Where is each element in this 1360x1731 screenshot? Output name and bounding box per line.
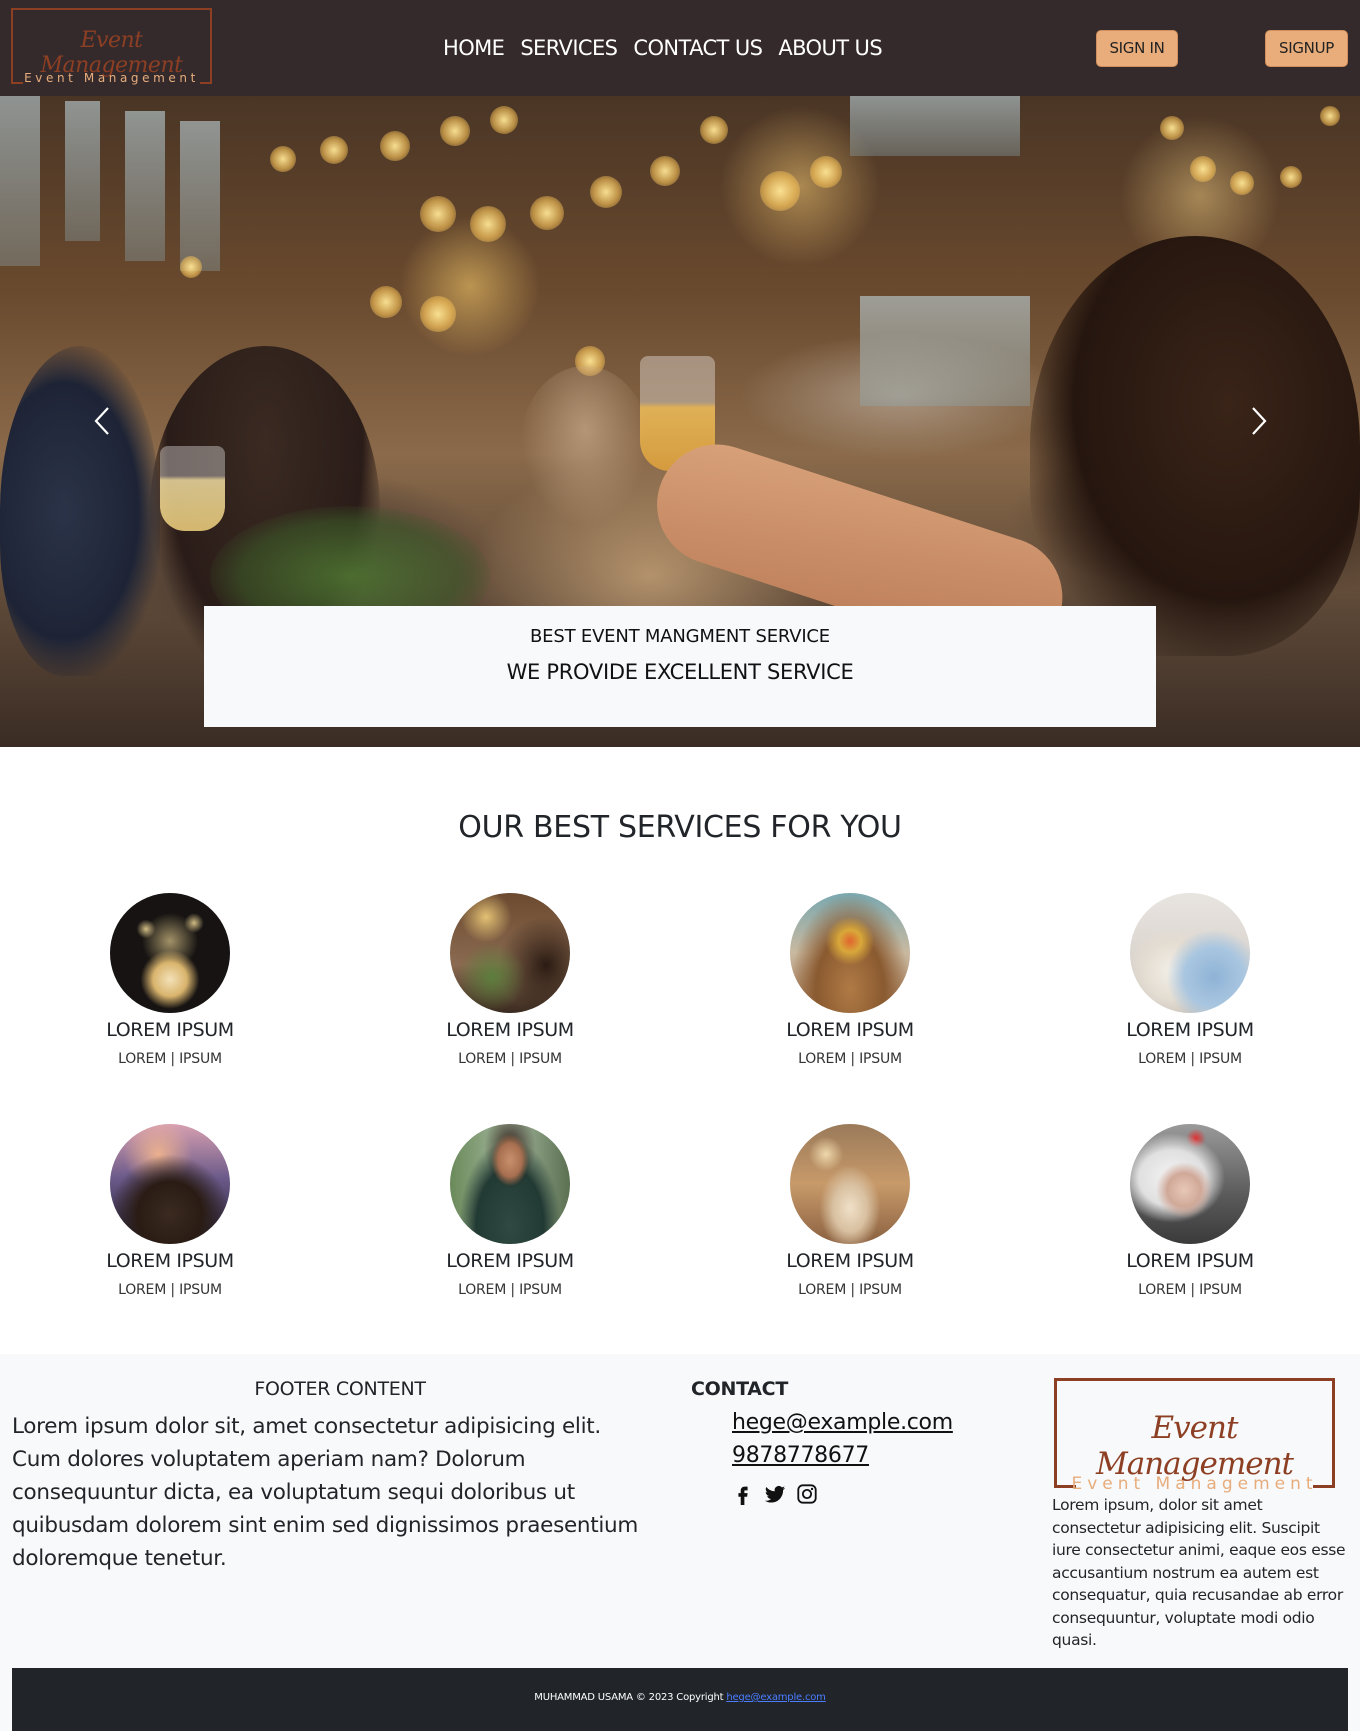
footer-brand-logo: Event Management Event Management — [1054, 1378, 1335, 1494]
service-title: LOREM IPSUM — [786, 1019, 914, 1041]
service-card[interactable]: LOREM IPSUM LOREM | IPSUM — [1090, 893, 1290, 1069]
sign-in-button[interactable]: SIGN IN — [1096, 30, 1178, 67]
social-links — [732, 1483, 818, 1505]
service-subtitle: LOREM | IPSUM — [1138, 1051, 1242, 1067]
service-title: LOREM IPSUM — [1126, 1019, 1254, 1041]
logo-subtitle: Event Management — [24, 71, 199, 85]
footer-heading: FOOTER CONTENT — [254, 1378, 426, 1400]
service-image — [1130, 893, 1250, 1013]
twitter-icon[interactable] — [764, 1483, 786, 1505]
service-title: LOREM IPSUM — [1126, 1250, 1254, 1272]
service-card[interactable]: LOREM IPSUM LOREM | IPSUM — [750, 893, 950, 1069]
chevron-right-icon — [1252, 407, 1267, 435]
copyright-email-link[interactable]: hege@example.com — [726, 1692, 826, 1703]
contact-email-link[interactable]: hege@example.com — [732, 1410, 953, 1435]
service-image — [450, 893, 570, 1013]
service-subtitle: LOREM | IPSUM — [118, 1282, 222, 1298]
service-title: LOREM IPSUM — [446, 1250, 574, 1272]
copyright-label: MUHAMMAD USAMA © 2023 Copyright — [534, 1692, 724, 1703]
service-image — [1130, 1124, 1250, 1244]
copyright-bar: MUHAMMAD USAMA © 2023 Copyright hege@exa… — [12, 1668, 1348, 1731]
service-card[interactable]: LOREM IPSUM LOREM | IPSUM — [70, 893, 270, 1069]
service-title: LOREM IPSUM — [106, 1019, 234, 1041]
carousel-caption: BEST EVENT MANGMENT SERVICE WE PROVIDE E… — [204, 606, 1156, 727]
signup-button[interactable]: SIGNUP — [1265, 30, 1348, 67]
instagram-icon[interactable] — [796, 1483, 818, 1505]
navbar: Event Management Event Management HOME S… — [0, 0, 1360, 96]
service-subtitle: LOREM | IPSUM — [458, 1051, 562, 1067]
nav-links: HOME SERVICES CONTACT US ABOUT US — [443, 33, 883, 63]
footer-description: Lorem ipsum dolor sit, amet consectetur … — [12, 1414, 639, 1571]
copyright-text: MUHAMMAD USAMA © 2023 Copyright hege@exa… — [12, 1692, 1348, 1703]
footer-side-text: Lorem ipsum, dolor sit amet consectetur … — [1052, 1496, 1346, 1649]
service-title: LOREM IPSUM — [786, 1250, 914, 1272]
carousel-next-button[interactable] — [1243, 404, 1273, 438]
caption-title: BEST EVENT MANGMENT SERVICE — [530, 626, 830, 647]
service-card[interactable]: LOREM IPSUM LOREM | IPSUM — [750, 1124, 950, 1300]
contact-phone-link[interactable]: 9878778677 — [732, 1443, 869, 1468]
service-subtitle: LOREM | IPSUM — [798, 1051, 902, 1067]
nav-home[interactable]: HOME — [443, 33, 505, 63]
service-subtitle: LOREM | IPSUM — [1138, 1282, 1242, 1298]
service-image — [110, 1124, 230, 1244]
facebook-icon[interactable] — [732, 1483, 754, 1505]
nav-contact-us[interactable]: CONTACT US — [633, 33, 763, 63]
chevron-left-icon — [94, 407, 109, 435]
service-image — [790, 893, 910, 1013]
service-card[interactable]: LOREM IPSUM LOREM | IPSUM — [1090, 1124, 1290, 1300]
logo-script-text: Event Management — [1095, 1410, 1294, 1482]
service-card[interactable]: LOREM IPSUM LOREM | IPSUM — [70, 1124, 270, 1300]
service-title: LOREM IPSUM — [106, 1250, 234, 1272]
logo-subtitle: Event Management — [1071, 1474, 1318, 1494]
contact-heading: CONTACT — [691, 1378, 788, 1400]
service-image — [450, 1124, 570, 1244]
service-subtitle: LOREM | IPSUM — [458, 1282, 562, 1298]
service-card[interactable]: LOREM IPSUM LOREM | IPSUM — [410, 893, 610, 1069]
nav-about-us[interactable]: ABOUT US — [778, 33, 882, 63]
service-image — [110, 893, 230, 1013]
service-subtitle: LOREM | IPSUM — [118, 1051, 222, 1067]
service-card[interactable]: LOREM IPSUM LOREM | IPSUM — [410, 1124, 610, 1300]
service-title: LOREM IPSUM — [446, 1019, 574, 1041]
service-image — [790, 1124, 910, 1244]
nav-services[interactable]: SERVICES — [520, 33, 618, 63]
carousel-prev-button[interactable] — [88, 404, 118, 438]
services-heading: OUR BEST SERVICES FOR YOU — [458, 810, 902, 845]
brand-logo[interactable]: Event Management Event Management — [11, 8, 212, 86]
caption-text: WE PROVIDE EXCELLENT SERVICE — [506, 660, 854, 684]
service-subtitle: LOREM | IPSUM — [798, 1282, 902, 1298]
